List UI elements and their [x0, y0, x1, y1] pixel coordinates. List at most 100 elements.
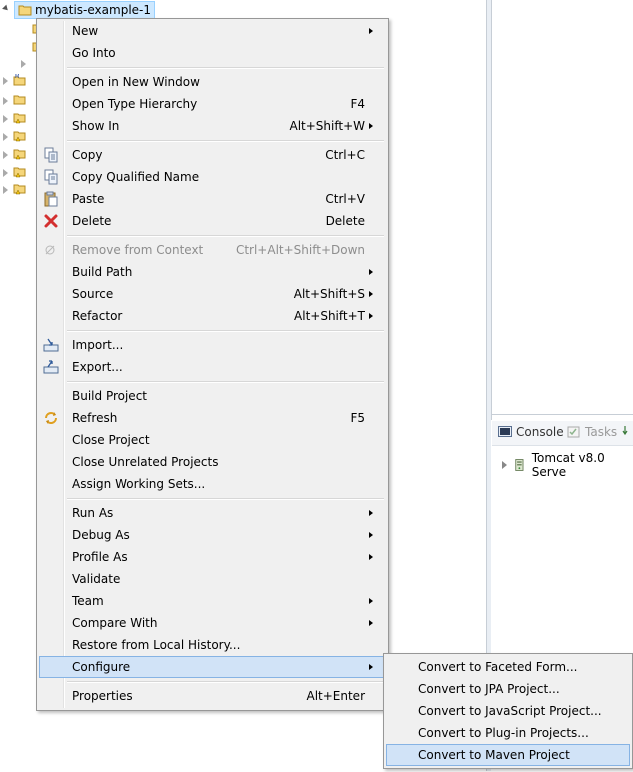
menu-item-label: Refresh	[72, 411, 118, 425]
menu-item-run-as[interactable]: Run As	[39, 502, 384, 524]
maven-project-warning-icon[interactable]	[13, 110, 27, 124]
menu-item-label: Validate	[72, 572, 121, 586]
menu-item-build-project[interactable]: Build Project	[39, 385, 384, 407]
tab-console[interactable]: Console	[498, 425, 564, 439]
menu-item-label: Copy	[72, 148, 103, 162]
menu-item-delete[interactable]: Delete Delete	[39, 210, 384, 232]
maven-project-warning-icon[interactable]	[13, 164, 27, 178]
menu-item-refresh[interactable]: Refresh F5	[39, 407, 384, 429]
menu-separator	[67, 381, 384, 383]
submenu-item-convert-to-jpa-project[interactable]: Convert to JPA Project...	[386, 678, 630, 700]
menu-item-import[interactable]: Import...	[39, 334, 384, 356]
menu-item-label: Open in New Window	[72, 75, 200, 89]
menu-item-compare-with[interactable]: Compare With	[39, 612, 384, 634]
project-root-label: mybatis-example-1	[35, 3, 151, 17]
more-views-icon[interactable]	[622, 425, 632, 437]
menu-item-close-project[interactable]: Close Project	[39, 429, 384, 451]
remove-from-context-icon	[45, 245, 55, 255]
expand-arrow-icon[interactable]	[3, 186, 8, 194]
expand-arrow-icon[interactable]	[3, 97, 8, 105]
menu-item-label: Source	[72, 287, 114, 301]
menu-item-open-in-new-window[interactable]: Open in New Window	[39, 71, 384, 93]
expand-arrow-icon[interactable]	[3, 115, 8, 123]
menu-item-close-unrelated-projects[interactable]: Close Unrelated Projects	[39, 451, 384, 473]
menu-item-shortcut: F4	[350, 97, 365, 111]
maven-project-warning-icon[interactable]	[13, 181, 27, 195]
menu-separator	[67, 67, 384, 69]
copy-qualified-name-icon	[44, 169, 58, 185]
submenu-item-label: Convert to JPA Project...	[418, 682, 560, 696]
maven-project-warning-icon[interactable]	[13, 128, 27, 142]
maven-project-icon[interactable]: M	[13, 73, 27, 87]
expand-arrow-icon[interactable]	[3, 133, 8, 141]
maven-project-warning-icon[interactable]	[13, 146, 27, 160]
refresh-icon	[45, 412, 57, 424]
export-icon	[43, 360, 59, 374]
project-folder-icon[interactable]	[13, 92, 27, 106]
expand-arrow-icon[interactable]	[3, 151, 8, 159]
console-icon	[498, 426, 512, 437]
expand-arrow-icon[interactable]	[3, 77, 8, 85]
menu-item-label: Assign Working Sets...	[72, 477, 206, 491]
menu-item-refactor[interactable]: Refactor Alt+Shift+T	[39, 305, 384, 327]
submenu-item-label: Convert to Faceted Form...	[418, 660, 578, 674]
menu-item-go-into[interactable]: Go Into	[39, 42, 384, 64]
menu-item-validate[interactable]: Validate	[39, 568, 384, 590]
menu-item-build-path[interactable]: Build Path	[39, 261, 384, 283]
menu-item-profile-as[interactable]: Profile As	[39, 546, 384, 568]
menu-item-debug-as[interactable]: Debug As	[39, 524, 384, 546]
menu-item-label: Paste	[72, 192, 105, 206]
menu-item-label: Properties	[72, 689, 133, 703]
submenu-item-convert-to-plug-in-projects[interactable]: Convert to Plug-in Projects...	[386, 722, 630, 744]
expand-arrow-icon[interactable]	[21, 60, 26, 68]
menu-item-team[interactable]: Team	[39, 590, 384, 612]
submenu-arrow-icon	[369, 291, 373, 297]
menu-item-properties[interactable]: Properties Alt+Enter	[39, 685, 384, 707]
expand-arrow-icon[interactable]	[3, 169, 8, 177]
menu-item-export[interactable]: Export...	[39, 356, 384, 378]
expand-arrow-icon[interactable]	[502, 461, 507, 469]
menu-item-assign-working-sets[interactable]: Assign Working Sets...	[39, 473, 384, 495]
copy-icon	[44, 147, 58, 163]
menu-item-label: Restore from Local History...	[72, 638, 241, 652]
menu-item-label: Go Into	[72, 46, 116, 60]
submenu-arrow-icon	[369, 123, 373, 129]
menu-item-new[interactable]: New	[39, 20, 384, 42]
tab-tasks[interactable]: Tasks	[567, 425, 617, 439]
menu-item-shortcut: Alt+Shift+T	[294, 309, 365, 323]
editor-sash[interactable]	[486, 0, 492, 420]
submenu-item-convert-to-maven-project[interactable]: Convert to Maven Project	[386, 744, 630, 766]
menu-item-open-type-hierarchy[interactable]: Open Type Hierarchy F4	[39, 93, 384, 115]
submenu-arrow-icon	[369, 313, 373, 319]
svg-text:M: M	[15, 74, 19, 80]
menu-item-remove-from-context[interactable]: Remove from Context Ctrl+Alt+Shift+Down	[39, 239, 384, 261]
menu-item-paste[interactable]: Paste Ctrl+V	[39, 188, 384, 210]
project-root-item[interactable]: mybatis-example-1	[14, 1, 155, 19]
submenu-arrow-icon	[369, 510, 373, 516]
menu-item-label: Configure	[72, 660, 131, 674]
menu-item-label: Run As	[72, 506, 114, 520]
menu-item-copy-qualified-name[interactable]: Copy Qualified Name	[39, 166, 384, 188]
menu-separator	[67, 330, 384, 332]
menu-item-configure[interactable]: Configure	[39, 656, 384, 678]
context-menu: New Go Into Open in New Window Open Type…	[36, 18, 389, 711]
submenu-arrow-icon	[369, 269, 373, 275]
submenu-arrow-icon	[369, 28, 373, 34]
menu-item-shortcut: Ctrl+V	[325, 192, 365, 206]
menu-item-label: Remove from Context	[72, 243, 204, 257]
menu-item-label: Compare With	[72, 616, 158, 630]
submenu-item-convert-to-faceted-form[interactable]: Convert to Faceted Form...	[386, 656, 630, 678]
menu-item-label: Team	[72, 594, 104, 608]
menu-item-restore-from-local-history[interactable]: Restore from Local History...	[39, 634, 384, 656]
menu-item-show-in[interactable]: Show In Alt+Shift+W	[39, 115, 384, 137]
collapse-arrow-icon[interactable]	[2, 4, 10, 13]
menu-item-source[interactable]: Source Alt+Shift+S	[39, 283, 384, 305]
menu-item-shortcut: F5	[350, 411, 365, 425]
submenu-item-label: Convert to Plug-in Projects...	[418, 726, 589, 740]
menu-item-label: Build Path	[72, 265, 133, 279]
delete-icon	[44, 214, 58, 228]
submenu-item-convert-to-javascript-project[interactable]: Convert to JavaScript Project...	[386, 700, 630, 722]
paste-icon	[44, 191, 58, 207]
server-item[interactable]: Tomcat v8.0 Serve	[502, 451, 633, 479]
menu-item-copy[interactable]: Copy Ctrl+C	[39, 144, 384, 166]
